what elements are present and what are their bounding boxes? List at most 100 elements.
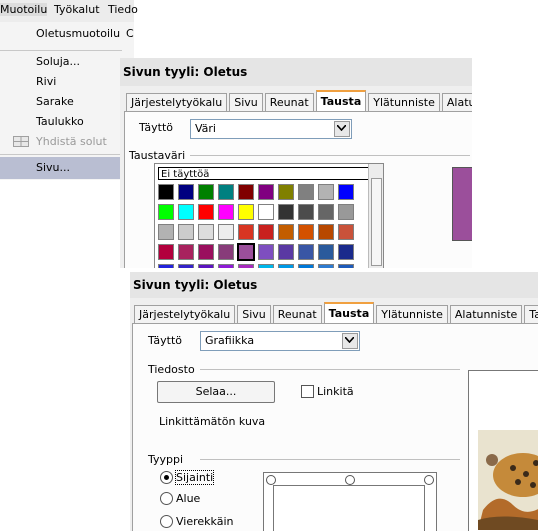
menu-item-shortcut: C <box>126 27 134 40</box>
tab-header[interactable]: Ylätunniste <box>368 93 440 111</box>
tab-organizer[interactable]: Järjestelytyökalu <box>126 93 228 111</box>
color-swatch[interactable] <box>178 264 194 268</box>
tab-page[interactable]: Sivu <box>229 93 263 111</box>
color-swatch[interactable] <box>218 264 234 268</box>
color-swatch[interactable] <box>178 204 194 220</box>
color-swatch[interactable] <box>258 264 274 268</box>
section-divider <box>190 155 470 156</box>
scrollbar-thumb[interactable] <box>371 178 382 266</box>
color-swatch[interactable] <box>278 264 294 268</box>
radio-tile[interactable] <box>160 515 173 528</box>
color-swatch[interactable] <box>238 264 254 268</box>
color-swatch[interactable] <box>198 244 214 260</box>
color-swatch[interactable] <box>338 244 354 260</box>
color-swatch[interactable] <box>238 224 254 240</box>
color-swatch[interactable] <box>238 204 254 220</box>
color-swatch[interactable] <box>298 204 314 220</box>
color-swatch[interactable] <box>278 184 294 200</box>
browse-button[interactable]: Selaa... <box>157 381 275 403</box>
palette-scrollbar[interactable] <box>368 164 383 268</box>
radio-position[interactable] <box>160 471 173 484</box>
radio-tile-label: Vierekkäin <box>176 515 234 528</box>
menu-item-row[interactable]: Rivi <box>36 75 56 88</box>
menu-tyokalut[interactable]: Työkalut <box>54 3 100 16</box>
color-swatch[interactable] <box>318 204 334 220</box>
menu-item-page[interactable]: Sivu... <box>0 157 122 179</box>
tab-sheet[interactable]: Taulu <box>524 305 538 323</box>
color-swatch[interactable] <box>237 243 255 261</box>
menu-item-cells[interactable]: Soluja... <box>36 55 80 68</box>
position-top-left[interactable] <box>266 475 276 485</box>
color-swatch[interactable] <box>198 224 214 240</box>
color-swatch[interactable] <box>198 184 214 200</box>
tab-footer[interactable]: Alatunniste <box>441 93 472 111</box>
color-swatch[interactable] <box>218 244 234 260</box>
link-checkbox[interactable] <box>301 385 314 398</box>
color-swatch[interactable] <box>158 244 174 260</box>
menu-item-label: Sarake <box>36 95 74 108</box>
color-swatch[interactable] <box>318 264 334 268</box>
color-swatch[interactable] <box>218 184 234 200</box>
color-swatch[interactable] <box>198 204 214 220</box>
color-swatch[interactable] <box>218 224 234 240</box>
color-swatch[interactable] <box>298 264 314 268</box>
color-swatch[interactable] <box>258 204 274 220</box>
color-swatch[interactable] <box>178 224 194 240</box>
position-top-right[interactable] <box>424 475 434 485</box>
color-swatch[interactable] <box>338 204 354 220</box>
fill-select-value: Grafiikka <box>205 334 255 347</box>
color-swatch[interactable] <box>218 204 234 220</box>
tab-borders[interactable]: Reunat <box>264 93 314 111</box>
color-swatch[interactable] <box>238 184 254 200</box>
color-swatch[interactable] <box>318 244 334 260</box>
fill-select[interactable]: Väri <box>190 119 352 139</box>
color-swatch[interactable] <box>278 224 294 240</box>
type-label: Tyyppi <box>148 453 184 466</box>
color-swatch[interactable] <box>318 224 334 240</box>
color-swatch[interactable] <box>338 184 354 200</box>
color-swatch[interactable] <box>158 184 174 200</box>
color-swatch[interactable] <box>158 224 174 240</box>
menu-item-label: Soluja... <box>36 55 81 68</box>
color-swatch[interactable] <box>338 224 354 240</box>
color-swatch[interactable] <box>298 184 314 200</box>
tab-borders[interactable]: Reunat <box>272 305 322 323</box>
menu-item-default-format[interactable]: Oletusmuotoilu <box>36 27 120 40</box>
menu-item-sheet[interactable]: Taulukko <box>36 115 84 128</box>
color-palette: Ei täyttöä <box>154 163 384 268</box>
color-swatch[interactable] <box>298 244 314 260</box>
color-swatch[interactable] <box>198 264 214 268</box>
page-style-dialog-graphic: Sivun tyyli: Oletus Järjestelytyökalu Si… <box>130 272 538 531</box>
color-swatch[interactable] <box>158 264 174 268</box>
fill-select[interactable]: Grafiikka <box>200 331 360 351</box>
chevron-down-icon[interactable] <box>334 121 350 137</box>
position-top-center[interactable] <box>345 475 355 485</box>
color-swatch[interactable] <box>278 244 294 260</box>
menu-item-column[interactable]: Sarake <box>36 95 74 108</box>
color-swatch[interactable] <box>178 244 194 260</box>
color-swatch[interactable] <box>318 184 334 200</box>
color-swatch[interactable] <box>338 264 354 268</box>
color-swatch[interactable] <box>258 224 274 240</box>
color-swatch[interactable] <box>178 184 194 200</box>
menu-muotoilu[interactable]: Muotoilu <box>0 3 48 16</box>
tab-header[interactable]: Ylätunniste <box>376 305 448 323</box>
menu-tiedot[interactable]: Tiedo <box>108 3 138 16</box>
color-swatch[interactable] <box>278 204 294 220</box>
tab-bar: Järjestelytyökalu Sivu Reunat Tausta Ylä… <box>126 90 472 112</box>
color-swatch[interactable] <box>158 204 174 220</box>
chevron-down-icon[interactable] <box>342 333 358 349</box>
color-swatch[interactable] <box>258 244 274 260</box>
tab-footer[interactable]: Alatunniste <box>449 305 523 323</box>
no-fill-option[interactable]: Ei täyttöä <box>158 167 375 180</box>
color-swatch[interactable] <box>258 184 274 200</box>
tab-background[interactable]: Tausta <box>323 302 375 324</box>
menu-bar: Muotoilu Työkalut Tiedo <box>0 0 138 22</box>
color-swatch[interactable] <box>298 224 314 240</box>
link-label: Linkitä <box>317 385 354 398</box>
tab-background[interactable]: Tausta <box>315 90 367 112</box>
tab-page[interactable]: Sivu <box>237 305 271 323</box>
radio-area[interactable] <box>160 492 173 505</box>
tab-organizer[interactable]: Järjestelytyökalu <box>134 305 236 323</box>
radio-position-label: Sijainti <box>174 470 215 485</box>
